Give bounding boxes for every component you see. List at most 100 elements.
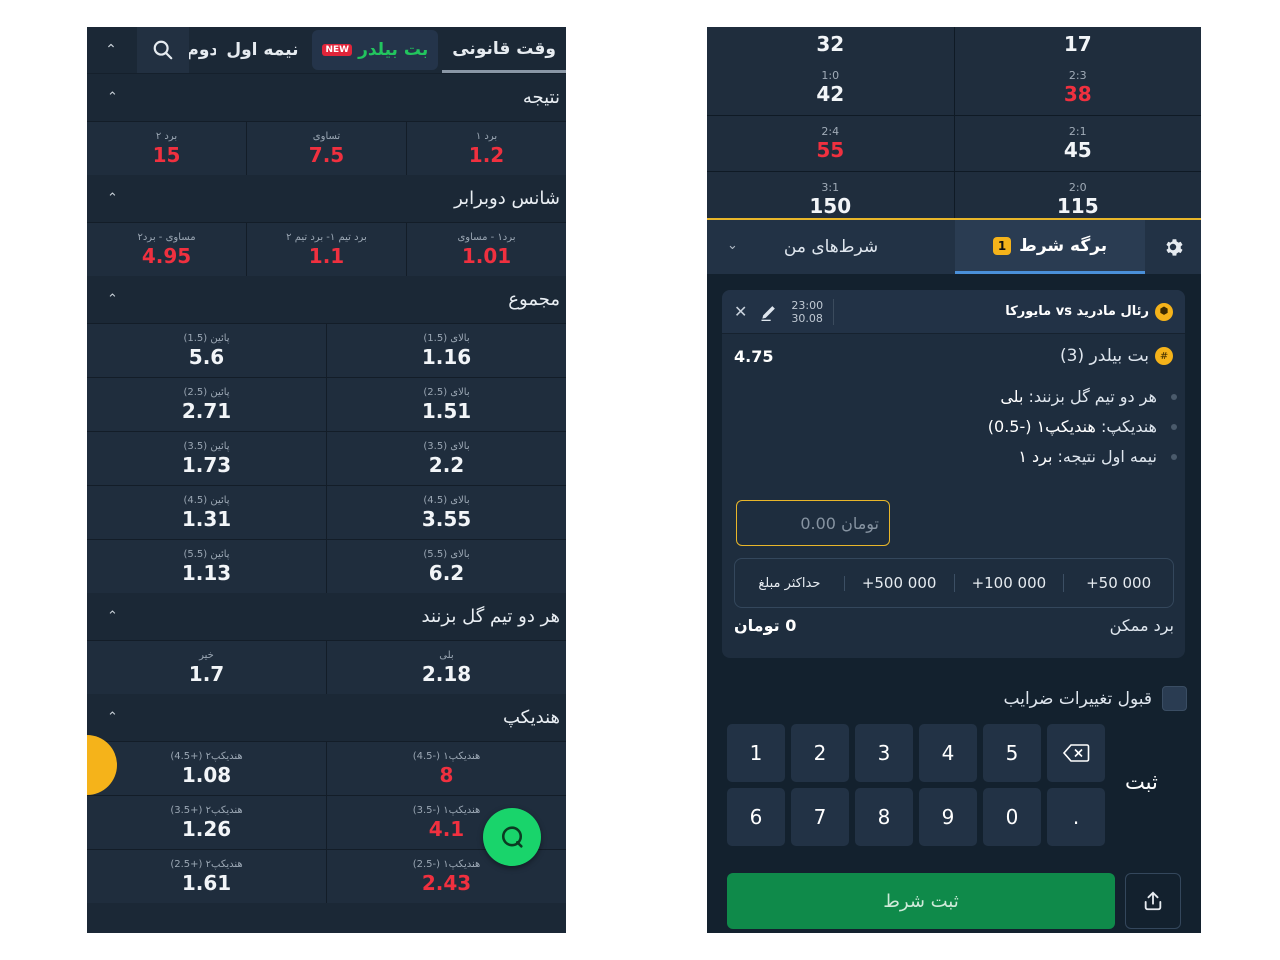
key-1[interactable]: 1	[727, 724, 785, 782]
odd-cell[interactable]: بالای (2.5) 1.51	[326, 378, 566, 431]
odd-value: 5.6	[188, 344, 225, 369]
selection-market: هر دو تیم گل بزنند:	[1028, 387, 1157, 406]
chevron-down-icon[interactable]: ⌄	[727, 238, 738, 253]
odd-cell[interactable]: برد ۱ 1.2	[406, 122, 566, 175]
quick-amount-max[interactable]: حداکثر مبلغ	[735, 575, 845, 591]
score-cell[interactable]: 1:0 42	[707, 60, 955, 115]
odd-cell[interactable]: هندیکپ۲ (+2.5) 1.61	[87, 850, 326, 903]
score-cell[interactable]: 17	[954, 27, 1201, 60]
tab-bet-slip[interactable]: برگه شرط 1	[955, 220, 1145, 274]
place-bet-button[interactable]: ثبت شرط	[727, 873, 1115, 929]
odd-value: 32	[816, 31, 845, 56]
tab-bet-builder[interactable]: بت بیلدر NEW	[312, 30, 439, 70]
section-result-header[interactable]: ⌃ نتیجه	[87, 74, 566, 121]
odd-cell[interactable]: پائین (2.5) 2.71	[87, 378, 326, 431]
odd-cell[interactable]: بالای (3.5) 2.2	[326, 432, 566, 485]
odd-value: 1.16	[421, 344, 472, 369]
section-total-header[interactable]: ⌃ مجموع	[87, 276, 566, 323]
odd-cell[interactable]: هندیکپ۲ (+4.5) 1.08	[87, 742, 326, 795]
section-double-chance-header[interactable]: ⌃ شانس دوبرابر	[87, 175, 566, 222]
odd-cell[interactable]: بالای (5.5) 6.2	[326, 540, 566, 593]
odd-cell[interactable]: پائین (5.5) 1.13	[87, 540, 326, 593]
quick-amount-100000[interactable]: +100 000	[955, 574, 1065, 592]
odd-cell[interactable]: برد ۲ 15	[87, 122, 246, 175]
double-chevron-up-icon: ⌃	[105, 42, 117, 58]
odd-cell[interactable]: برد تیم ۱- برد تیم ۲ 1.1	[246, 223, 406, 276]
tab-second-half[interactable]: نیمه دوم	[186, 27, 216, 73]
odd-cell[interactable]: خیر 1.7	[87, 641, 326, 694]
odd-label: هندیکپ۲ (+4.5)	[170, 750, 243, 762]
odd-cell[interactable]: پائین (3.5) 1.73	[87, 432, 326, 485]
section-btts-header[interactable]: ⌃ هر دو تیم گل بزنند	[87, 593, 566, 640]
quick-amount-500000[interactable]: +500 000	[845, 574, 955, 592]
odd-value: 1.31	[181, 506, 232, 531]
key-7[interactable]: 7	[791, 788, 849, 846]
quick-amount-50000[interactable]: +50 000	[1064, 574, 1173, 592]
edit-icon[interactable]	[759, 302, 779, 322]
odd-cell[interactable]: برد۱ - مساوی 1.01	[406, 223, 566, 276]
key-5[interactable]: 5	[983, 724, 1041, 782]
key-0[interactable]: 0	[983, 788, 1041, 846]
stake-input[interactable]: 0.00 تومان	[736, 500, 890, 546]
odd-value: 38	[1063, 82, 1092, 106]
odd-value: 15	[152, 142, 181, 167]
key-6[interactable]: 6	[727, 788, 785, 846]
tab-regular-time[interactable]: وقت قانونی	[442, 27, 566, 73]
result-row: برد ۱ 1.2 تساوی 7.5 برد ۲ 15	[87, 121, 566, 175]
selection-item: هندیکپ: هندیکپ۱ (-0.5)	[734, 412, 1177, 442]
section-handicap-header[interactable]: ⌃ هندیکپ	[87, 694, 566, 741]
odd-cell[interactable]: هندیکپ۲ (+3.5) 1.26	[87, 796, 326, 849]
bet-builder-title: # بت بیلدر (3)	[1060, 346, 1173, 366]
collapse-all-button[interactable]: ⌃	[87, 27, 135, 73]
odd-cell[interactable]: بالای (1.5) 1.16	[326, 324, 566, 377]
gear-icon	[1166, 239, 1183, 256]
settings-button[interactable]	[1145, 220, 1201, 274]
score-cell[interactable]: 2:3 38	[954, 60, 1201, 115]
total-row: بالای (3.5) 2.2 پائین (3.5) 1.73	[87, 431, 566, 485]
share-button[interactable]	[1125, 873, 1181, 929]
key-8[interactable]: 8	[855, 788, 913, 846]
slip-tabs: ⌄ شرط‌های من برگه شرط 1	[707, 218, 1201, 274]
score-cell[interactable]: 2:1 45	[954, 116, 1201, 171]
backspace-key[interactable]	[1047, 724, 1105, 782]
tab-my-bets[interactable]: ⌄ شرط‌های من	[707, 220, 955, 274]
total-row: بالای (4.5) 3.55 پائین (4.5) 1.31	[87, 485, 566, 539]
key-2[interactable]: 2	[791, 724, 849, 782]
odd-value: 1.73	[181, 452, 232, 477]
score-label: 3:1	[821, 181, 840, 194]
odd-cell[interactable]: بلی 2.18	[326, 641, 566, 694]
numeric-keypad: 1 2 3 4 5 6 7 8 9 0 .	[727, 724, 1109, 846]
odd-label: پائین (4.5)	[183, 494, 230, 506]
odd-cell[interactable]: بالای (4.5) 3.55	[326, 486, 566, 539]
key-dot[interactable]: .	[1047, 788, 1105, 846]
tab-first-half[interactable]: نیمه اول	[216, 27, 308, 73]
key-9[interactable]: 9	[919, 788, 977, 846]
chevron-up-icon: ⌃	[107, 191, 118, 206]
odd-cell[interactable]: تساوی 7.5	[246, 122, 406, 175]
accept-odds-change[interactable]: قبول تغییرات ضرایب	[1004, 686, 1187, 711]
score-row: 2:4 55 2:1 45	[707, 116, 1201, 172]
odd-cell[interactable]: پائین (1.5) 5.6	[87, 324, 326, 377]
score-cell[interactable]: 2:4 55	[707, 116, 955, 171]
search-button[interactable]	[137, 27, 189, 73]
odd-cell[interactable]: پائین (4.5) 1.31	[87, 486, 326, 539]
chat-button[interactable]	[483, 808, 541, 866]
match-controls: ✕ 23:00 30.08	[734, 298, 835, 325]
score-cell[interactable]: 32	[707, 27, 955, 60]
key-4[interactable]: 4	[919, 724, 977, 782]
section-title: شانس دوبرابر	[454, 188, 560, 209]
accept-odds-checkbox[interactable]	[1162, 686, 1187, 711]
odd-label: تساوی	[312, 130, 341, 142]
odd-label: هندیکپ۲ (+2.5)	[170, 858, 243, 870]
soccer-ball-icon: ⬢	[1155, 302, 1173, 321]
search-icon	[153, 40, 173, 60]
keypad-submit-button[interactable]: ثبت	[1125, 770, 1158, 794]
odd-value: 17	[1063, 31, 1092, 56]
possible-win-value: 0 تومان	[734, 616, 797, 635]
odd-cell[interactable]: هندیکپ۱ (-4.5) 8	[326, 742, 566, 795]
chevron-up-icon: ⌃	[107, 710, 118, 725]
odd-cell[interactable]: مساوی - برد۲ 4.95	[87, 223, 246, 276]
close-icon[interactable]: ✕	[734, 302, 747, 321]
key-3[interactable]: 3	[855, 724, 913, 782]
odd-label: خیر	[199, 649, 214, 661]
